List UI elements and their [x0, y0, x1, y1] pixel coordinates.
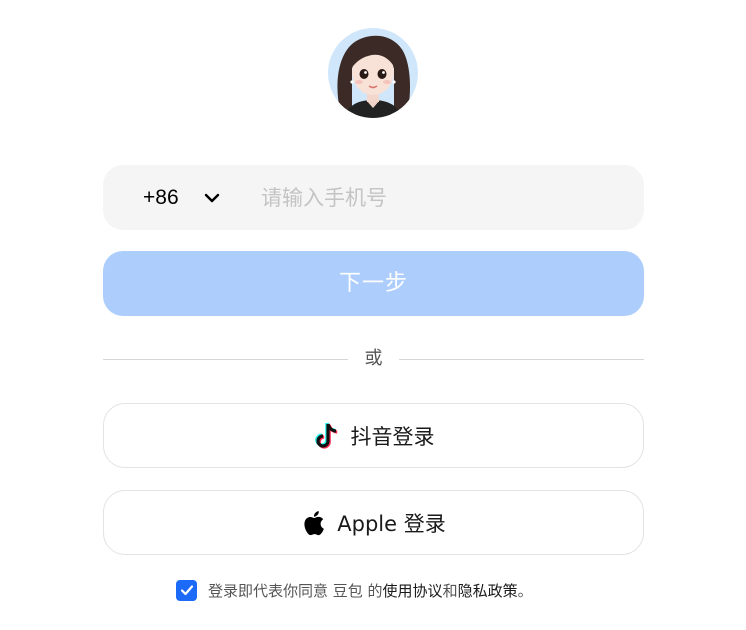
divider-line-right [399, 359, 644, 360]
agreement-prefix: 登录即代表你同意 豆包 的 [208, 581, 383, 600]
agreement-checkbox[interactable] [176, 579, 197, 601]
agreement-and: 和 [442, 581, 458, 600]
checkmark-icon [180, 585, 193, 596]
douyin-icon [313, 422, 339, 450]
divider-or-text: 或 [364, 348, 383, 369]
douyin-login-button[interactable]: 抖音登录 [103, 403, 644, 468]
phone-number-input[interactable] [261, 165, 621, 230]
apple-login-button[interactable]: Apple 登录 [103, 490, 644, 555]
apple-login-label: Apple 登录 [337, 511, 446, 536]
terms-of-use-link[interactable]: 使用协议 [383, 580, 443, 601]
country-code-selector[interactable]: +86 [143, 165, 179, 230]
next-button[interactable]: 下一步 [103, 251, 644, 316]
privacy-policy-link[interactable]: 隐私政策 [458, 580, 518, 601]
avatar [328, 28, 418, 118]
divider-line-left [103, 359, 348, 360]
agreement-suffix: 。 [517, 581, 533, 600]
douyin-login-label: 抖音登录 [350, 424, 435, 449]
phone-input-row: +86 [103, 165, 644, 230]
apple-icon [301, 509, 325, 537]
chevron-down-icon[interactable] [202, 188, 222, 208]
agreement-row: 登录即代表你同意 豆包 的 使用协议 和 隐私政策 。 [176, 579, 533, 601]
